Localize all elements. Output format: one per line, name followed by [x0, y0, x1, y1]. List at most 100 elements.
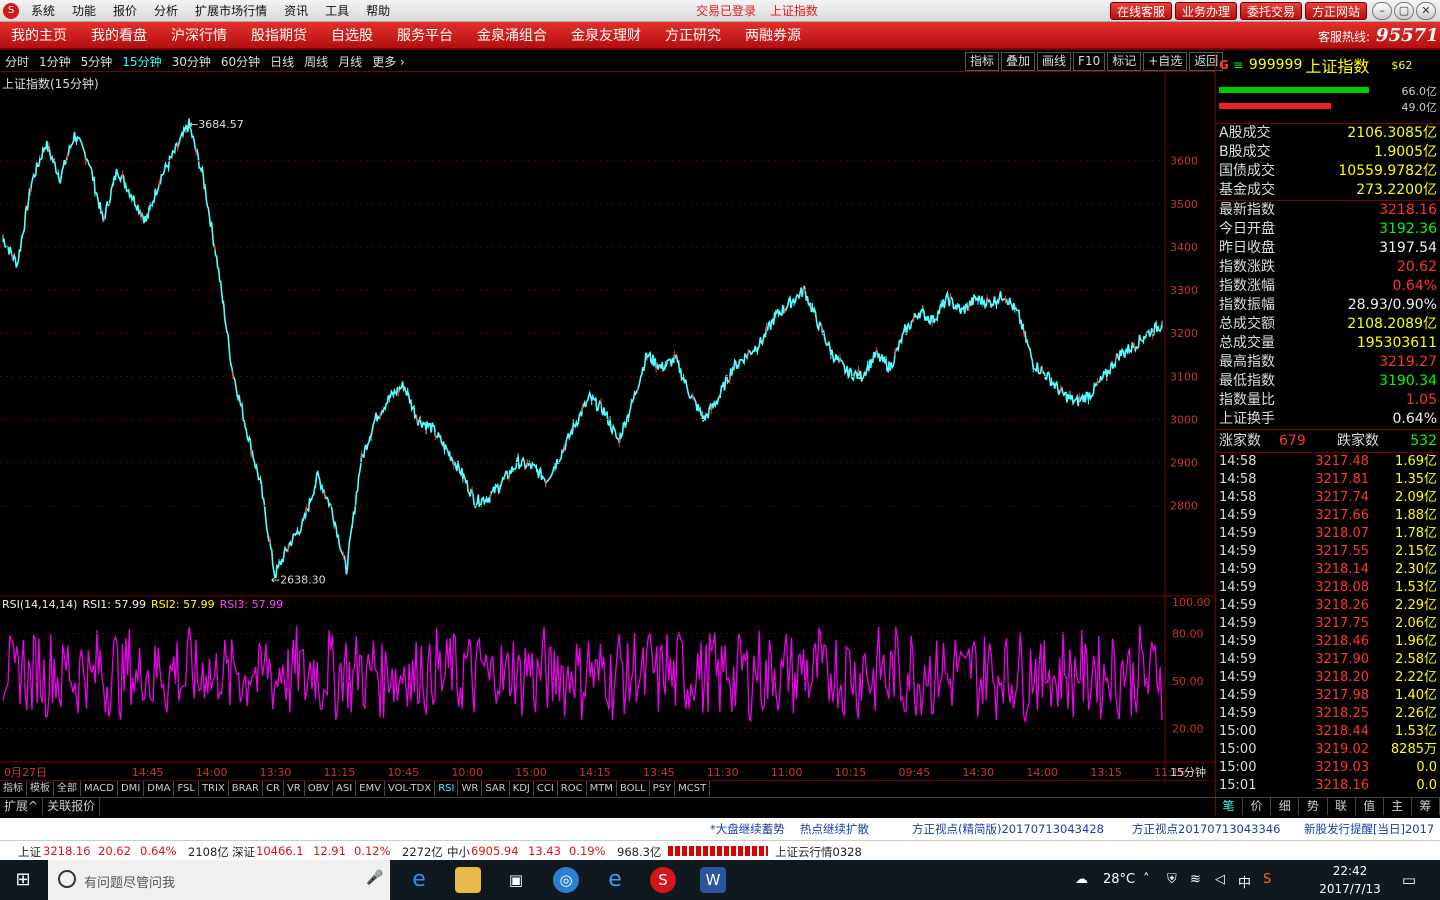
period-item[interactable]: 5分钟 [76, 53, 118, 70]
news-item[interactable]: 方正视点(精简版)20170713043428 [912, 821, 1104, 837]
indicator-tab[interactable]: PSY [650, 781, 676, 796]
panel-tab[interactable]: 细 [1271, 798, 1300, 815]
indicator-tab[interactable]: EMV [356, 781, 385, 796]
tool-draw-button[interactable]: 画线 [1037, 52, 1072, 71]
word-icon[interactable]: W [700, 867, 726, 893]
panel-tab[interactable]: 势 [1299, 798, 1328, 815]
chevron-up-icon[interactable]: ˄ [1143, 872, 1150, 887]
nav-hs-market[interactable]: 沪深行情 [160, 22, 238, 50]
indicator-tab[interactable]: SAR [482, 781, 510, 796]
tool-mark-button[interactable]: 标记 [1107, 52, 1142, 71]
period-more[interactable]: 更多 › [367, 53, 410, 70]
panel-tab[interactable]: 笔 [1215, 798, 1244, 815]
indicator-tab[interactable]: BRAR [229, 781, 263, 796]
file-explorer-icon[interactable] [455, 867, 481, 893]
sogou-icon[interactable]: S [1263, 872, 1271, 887]
indicator-tab[interactable]: CCI [534, 781, 558, 796]
indicator-tab[interactable]: FSL [174, 781, 199, 796]
period-item[interactable]: 月线 [333, 53, 367, 70]
nav-margin[interactable]: 两融券源 [734, 22, 812, 50]
website-button[interactable]: 方正网站 [1305, 2, 1368, 20]
news-item[interactable]: 新股发行提醒[当日]2017 [1304, 821, 1434, 837]
nav-my-watch[interactable]: 我的看盘 [80, 22, 158, 50]
indicator-tab[interactable]: OBV [305, 781, 333, 796]
period-item-active[interactable]: 15分钟 [117, 53, 166, 70]
nav-research[interactable]: 方正研究 [654, 22, 732, 50]
period-item[interactable]: 60分钟 [216, 53, 265, 70]
tool-overlay-button[interactable]: 叠加 [1001, 52, 1036, 71]
menu-help[interactable]: 帮助 [359, 0, 397, 22]
indicator-tab[interactable]: 模板 [27, 781, 54, 796]
period-item[interactable]: 分时 [0, 53, 34, 70]
related-quote-button[interactable]: 关联报价 [43, 798, 101, 815]
business-button[interactable]: 业务办理 [1175, 2, 1238, 20]
panel-tab[interactable]: 价 [1243, 798, 1272, 815]
panel-tab[interactable]: 主 [1384, 798, 1412, 815]
restore-icon[interactable]: ▢ [1394, 2, 1414, 20]
cloud-quote[interactable]: 上证云行情0328 [775, 844, 862, 860]
menu-tools[interactable]: 工具 [318, 0, 356, 22]
wifi-icon[interactable]: ≋ [1190, 872, 1201, 887]
tick-list[interactable]: 14:58 3217.48 1.69亿 14:58 3217.81 1.35亿 14:58 3… [1216, 453, 1440, 795]
tool-add-watch-button[interactable]: +自选 [1143, 52, 1188, 71]
indicator-tab[interactable]: ROC [558, 781, 587, 796]
indicator-tab[interactable]: MACD [81, 781, 118, 796]
news-item[interactable]: 方正视点20170713043346 [1132, 821, 1280, 837]
cortana-search[interactable]: 有问题尽管问我 🎤 [48, 860, 390, 900]
start-windows-icon[interactable]: ⊞ [10, 867, 36, 893]
extend-button[interactable]: 扩展^ [0, 798, 44, 815]
period-item[interactable]: 周线 [299, 53, 333, 70]
weather-icon[interactable]: ☁ [1075, 872, 1088, 887]
trade-button[interactable]: 委托交易 [1240, 2, 1303, 20]
nav-portfolio[interactable]: 金泉涌组合 [466, 22, 558, 50]
menu-function[interactable]: 功能 [65, 0, 103, 22]
indicator-tab[interactable]: DMI [118, 781, 145, 796]
indicator-tab[interactable]: ASI [333, 781, 357, 796]
ime-indicator[interactable]: 中 [1238, 872, 1251, 891]
nav-watchlist[interactable]: 自选股 [320, 22, 384, 50]
period-item[interactable]: 30分钟 [167, 53, 216, 70]
tool-indicator-button[interactable]: 指标 [965, 52, 1000, 71]
online-service-button[interactable]: 在线客服 [1110, 2, 1173, 20]
store-icon[interactable]: ▣ [503, 867, 529, 893]
indicator-tab[interactable]: CR [263, 781, 284, 796]
panel-tab[interactable]: 值 [1356, 798, 1384, 815]
indicator-tab[interactable]: KDJ [510, 781, 534, 796]
clock[interactable]: 22:42 2017/7/13 [1318, 862, 1382, 898]
volume-icon[interactable]: ◁ [1215, 872, 1225, 887]
nav-home[interactable]: 我的主页 [0, 22, 78, 50]
menu-system[interactable]: 系统 [24, 0, 62, 22]
indicator-tab[interactable]: 全部 [54, 781, 81, 796]
founder-app-icon[interactable]: S [650, 867, 676, 893]
indicator-tab[interactable]: BOLL [617, 781, 650, 796]
nav-finance[interactable]: 金泉友理财 [560, 22, 652, 50]
menu-ext-market[interactable]: 扩展市场行情 [188, 0, 274, 22]
kline-chart[interactable]: ←3684.57 ←2638.30 2800 2900 3000 3100 3200 330… [0, 72, 1215, 780]
indicator-tab[interactable]: VR [284, 781, 305, 796]
ie-icon[interactable]: e [602, 867, 628, 893]
menu-analysis[interactable]: 分析 [147, 0, 185, 22]
notification-icon[interactable]: ▭ [1396, 867, 1422, 893]
minimize-icon[interactable]: – [1372, 2, 1392, 20]
period-item[interactable]: 日线 [265, 53, 299, 70]
indicator-tab[interactable]: MCST [675, 781, 711, 796]
indicator-tab[interactable]: WR [458, 781, 483, 796]
nav-futures[interactable]: 股指期货 [240, 22, 318, 50]
indicator-tab[interactable]: RSI [435, 781, 459, 796]
indicator-tab[interactable]: MTM [587, 781, 617, 796]
g-icon[interactable]: G [1219, 58, 1229, 72]
menu-quote[interactable]: 报价 [106, 0, 144, 22]
indicator-tab[interactable]: VOL-TDX [385, 781, 436, 796]
shield-icon[interactable]: ⛨ [1167, 872, 1177, 887]
indicator-tab[interactable]: 指标 [0, 781, 27, 796]
menu-icon[interactable]: ≡ [1233, 58, 1243, 72]
panel-tab[interactable]: 联 [1328, 798, 1356, 815]
news-item[interactable]: *大盘继续蓄势 [710, 821, 785, 837]
menu-news[interactable]: 资讯 [277, 0, 315, 22]
period-item[interactable]: 1分钟 [34, 53, 76, 70]
indicator-tab[interactable]: TRIX [199, 781, 229, 796]
news-item[interactable]: 热点继续扩散 [800, 821, 869, 837]
nav-service[interactable]: 服务平台 [386, 22, 464, 50]
panel-tab[interactable]: 筹 [1412, 798, 1440, 815]
edge-icon[interactable]: e [406, 867, 432, 893]
